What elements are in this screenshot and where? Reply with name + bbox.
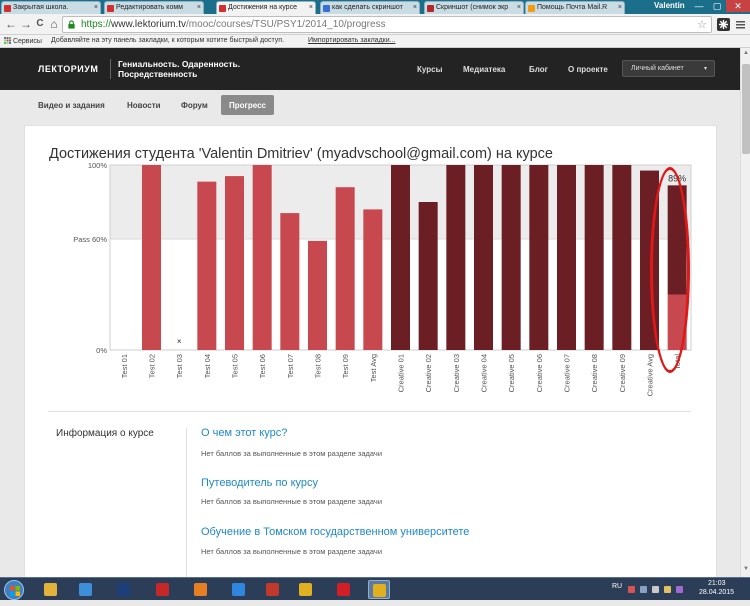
start-button[interactable] xyxy=(4,580,24,600)
x-tick-label: Test 08 xyxy=(314,354,323,378)
taskbar-app-button[interactable] xyxy=(40,580,62,599)
x-tick-label: Creative Avg xyxy=(646,354,655,396)
bar xyxy=(142,165,161,350)
bar xyxy=(197,181,217,350)
clock-date[interactable]: 28.04.2015 xyxy=(699,589,734,596)
bar xyxy=(308,240,327,350)
section-divider xyxy=(48,411,691,412)
x-tick-label: Creative 02 xyxy=(424,354,433,392)
clock-time[interactable]: 21:03 xyxy=(708,580,726,587)
annotation-oval xyxy=(650,167,690,373)
bar xyxy=(474,165,493,350)
y-tick-label: Pass 60% xyxy=(73,235,107,244)
y-tick-label: 0% xyxy=(96,346,107,355)
x-tick-label: Test 02 xyxy=(148,354,157,378)
chrome-icon xyxy=(299,583,312,596)
photoshop-icon xyxy=(117,583,130,596)
windows-taskbar: RU 21:03 28.04.2015 xyxy=(0,577,750,600)
bar xyxy=(557,165,576,350)
x-tick-label: Test 03 xyxy=(175,354,184,378)
x-tick-label: Creative 06 xyxy=(535,354,544,392)
bar xyxy=(584,165,604,350)
ie-icon xyxy=(79,583,92,596)
x-tick-label: Test 05 xyxy=(231,354,240,378)
tray-power-icon[interactable] xyxy=(664,586,671,593)
taskbar-app-button[interactable] xyxy=(228,580,250,599)
taskbar-app-button[interactable] xyxy=(113,580,135,599)
app-red-icon xyxy=(156,583,169,596)
bar xyxy=(529,165,549,350)
taskbar-app-button[interactable] xyxy=(333,580,355,599)
info-item-guide-title[interactable]: Путеводитель по курсу xyxy=(201,477,318,489)
info-item-tsu-desc: Нет баллов за выполненные в этом разделе… xyxy=(201,547,383,556)
globe-icon xyxy=(232,583,245,596)
info-item-tsu-title[interactable]: Обучение в Томском государственном униве… xyxy=(201,526,469,538)
x-tick-label: Test 07 xyxy=(286,354,295,378)
taskbar-app-button[interactable] xyxy=(295,580,317,599)
dropped-marker: × xyxy=(177,337,182,346)
kaspersky-icon xyxy=(266,583,279,596)
tray-volume-icon[interactable] xyxy=(652,586,659,593)
bar xyxy=(252,165,272,350)
x-tick-label: Test Avg xyxy=(369,354,378,382)
explorer-icon xyxy=(44,583,57,596)
scroll-down-icon[interactable]: ▼ xyxy=(742,566,750,576)
media-icon xyxy=(194,583,207,596)
y-tick-label: 100% xyxy=(88,161,108,170)
taskbar-app-button[interactable] xyxy=(152,580,174,599)
bar xyxy=(418,202,438,350)
language-indicator[interactable]: RU xyxy=(612,583,622,590)
taskbar-app-button[interactable] xyxy=(75,580,97,599)
x-tick-label: Creative 03 xyxy=(452,354,461,392)
tray-app-icon[interactable] xyxy=(676,586,683,593)
bar xyxy=(391,165,410,350)
x-tick-label: Test 06 xyxy=(258,354,267,378)
info-divider xyxy=(186,428,187,578)
x-tick-label: Creative 04 xyxy=(480,354,489,392)
bar xyxy=(335,187,355,350)
chrome-active-icon xyxy=(373,584,386,597)
opera-icon xyxy=(337,583,350,596)
x-tick-label: Test 01 xyxy=(120,354,129,378)
info-item-about-title[interactable]: О чем этот курс? xyxy=(201,427,287,439)
taskbar-app-button[interactable] xyxy=(368,580,390,599)
x-tick-label: Creative 05 xyxy=(507,354,516,392)
bar xyxy=(225,176,244,350)
x-tick-label: Creative 01 xyxy=(397,354,406,392)
x-tick-label: Test 04 xyxy=(203,354,212,378)
x-tick-label: Test 09 xyxy=(341,354,350,378)
x-tick-label: Creative 09 xyxy=(618,354,627,392)
windows-logo-icon xyxy=(10,586,20,596)
taskbar-app-button[interactable] xyxy=(190,580,212,599)
bar xyxy=(363,209,383,350)
info-item-guide-desc: Нет баллов за выполненные в этом разделе… xyxy=(201,497,383,506)
info-item-about-desc: Нет баллов за выполненные в этом разделе… xyxy=(201,449,383,458)
tray-network-icon[interactable] xyxy=(640,586,647,593)
progress-chart: 0% Pass 60% 100% Test 01 Test 02 × Test 03 Test… xyxy=(73,161,692,396)
course-info-label: Информация о курсе xyxy=(56,428,154,439)
x-tick-label: Creative 07 xyxy=(563,354,572,392)
bar xyxy=(612,165,632,350)
bar xyxy=(446,165,466,350)
x-tick-label: Creative 08 xyxy=(590,354,599,392)
tray-flag-icon[interactable] xyxy=(628,586,635,593)
bar xyxy=(501,165,521,350)
taskbar-app-button[interactable] xyxy=(262,580,284,599)
bar xyxy=(280,213,300,350)
